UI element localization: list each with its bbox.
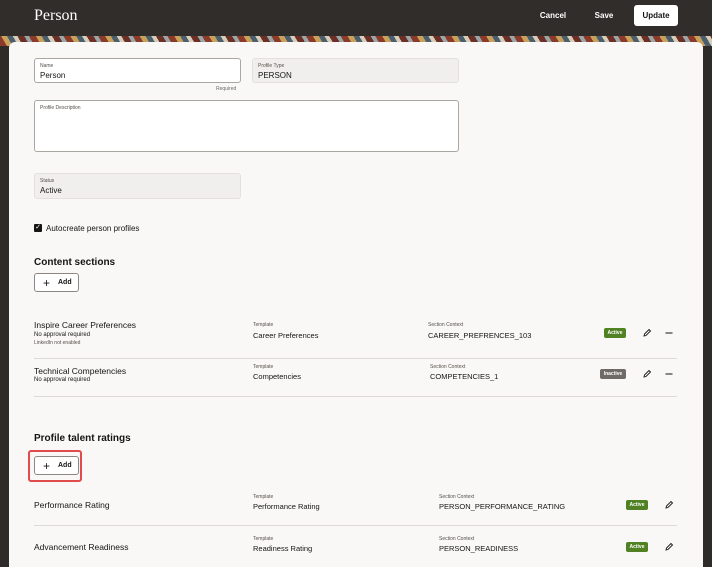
profile-type-field: Profile Type PERSON	[252, 58, 459, 83]
context-label: Section Context	[428, 322, 464, 328]
name-value: Person	[40, 71, 66, 80]
row-divider	[34, 396, 677, 397]
template-value: Readiness Rating	[253, 544, 313, 553]
pencil-icon[interactable]	[642, 328, 652, 338]
template-value: Performance Rating	[253, 502, 320, 511]
rating-name: Performance Rating	[34, 500, 110, 510]
status-field[interactable]: Status Active	[34, 173, 241, 199]
template-value: Competencies	[253, 372, 301, 381]
section-name: Technical Competencies	[34, 366, 127, 376]
section-approval: No approval required	[34, 332, 91, 338]
status-value: Active	[40, 186, 62, 195]
page-title: Person	[34, 7, 78, 24]
update-button[interactable]: Update	[634, 5, 678, 26]
status-badge: Active	[626, 542, 648, 552]
pencil-icon[interactable]	[664, 500, 674, 510]
status-badge: Active	[626, 500, 648, 510]
talent-ratings-title: Profile talent ratings	[34, 433, 131, 444]
template-label: Template	[253, 364, 274, 370]
status-badge: Inactive	[600, 369, 626, 379]
context-value: PERSON_PERFORMANCE_RATING	[439, 502, 566, 511]
status-badge: Active	[604, 328, 626, 338]
pencil-icon[interactable]	[642, 369, 652, 379]
profile-type-value: PERSON	[258, 71, 292, 80]
content-sections-add-button[interactable]: + Add	[34, 273, 79, 292]
status-label: Status	[40, 178, 55, 184]
plus-icon: +	[43, 276, 51, 290]
section-linkedin: LinkedIn not enabled	[34, 340, 81, 346]
minus-icon[interactable]	[664, 369, 674, 379]
name-required-hint: Required	[216, 86, 237, 92]
checkbox-checked-icon[interactable]: ✓	[34, 224, 42, 232]
profile-type-label: Profile Type	[258, 63, 285, 69]
profile-description-label: Profile Description	[40, 105, 81, 111]
template-label: Template	[253, 536, 274, 542]
content-sections-title: Content sections	[34, 257, 116, 268]
rating-name: Advancement Readiness	[34, 542, 129, 552]
row-divider	[34, 358, 677, 359]
template-label: Template	[253, 494, 274, 500]
cancel-button[interactable]: Cancel	[534, 5, 572, 26]
context-value: CAREER_PREFRENCES_103	[428, 331, 532, 340]
plus-icon: +	[43, 459, 51, 473]
row-divider	[34, 525, 677, 526]
section-approval: No approval required	[34, 377, 91, 383]
template-label: Template	[253, 322, 274, 328]
name-label: Name	[40, 63, 54, 69]
save-button[interactable]: Save	[588, 5, 620, 26]
section-name: Inspire Career Preferences	[34, 320, 137, 330]
name-field[interactable]: Name Person	[34, 58, 241, 83]
context-value: COMPETENCIES_1	[430, 372, 499, 381]
autocreate-label: Autocreate person profiles	[46, 224, 140, 233]
page-header: Person Cancel Save Update	[0, 0, 712, 36]
template-value: Career Preferences	[253, 331, 319, 340]
add-label: Add	[58, 462, 72, 469]
profile-description-field[interactable]: Profile Description	[34, 100, 459, 152]
context-value: PERSON_READINESS	[439, 544, 519, 553]
context-label: Section Context	[430, 364, 466, 370]
talent-ratings-add-button[interactable]: + Add	[34, 456, 79, 475]
add-label: Add	[58, 279, 72, 286]
context-label: Section Context	[439, 536, 475, 542]
pencil-icon[interactable]	[664, 542, 674, 552]
context-label: Section Context	[439, 494, 475, 500]
minus-icon[interactable]	[664, 328, 674, 338]
